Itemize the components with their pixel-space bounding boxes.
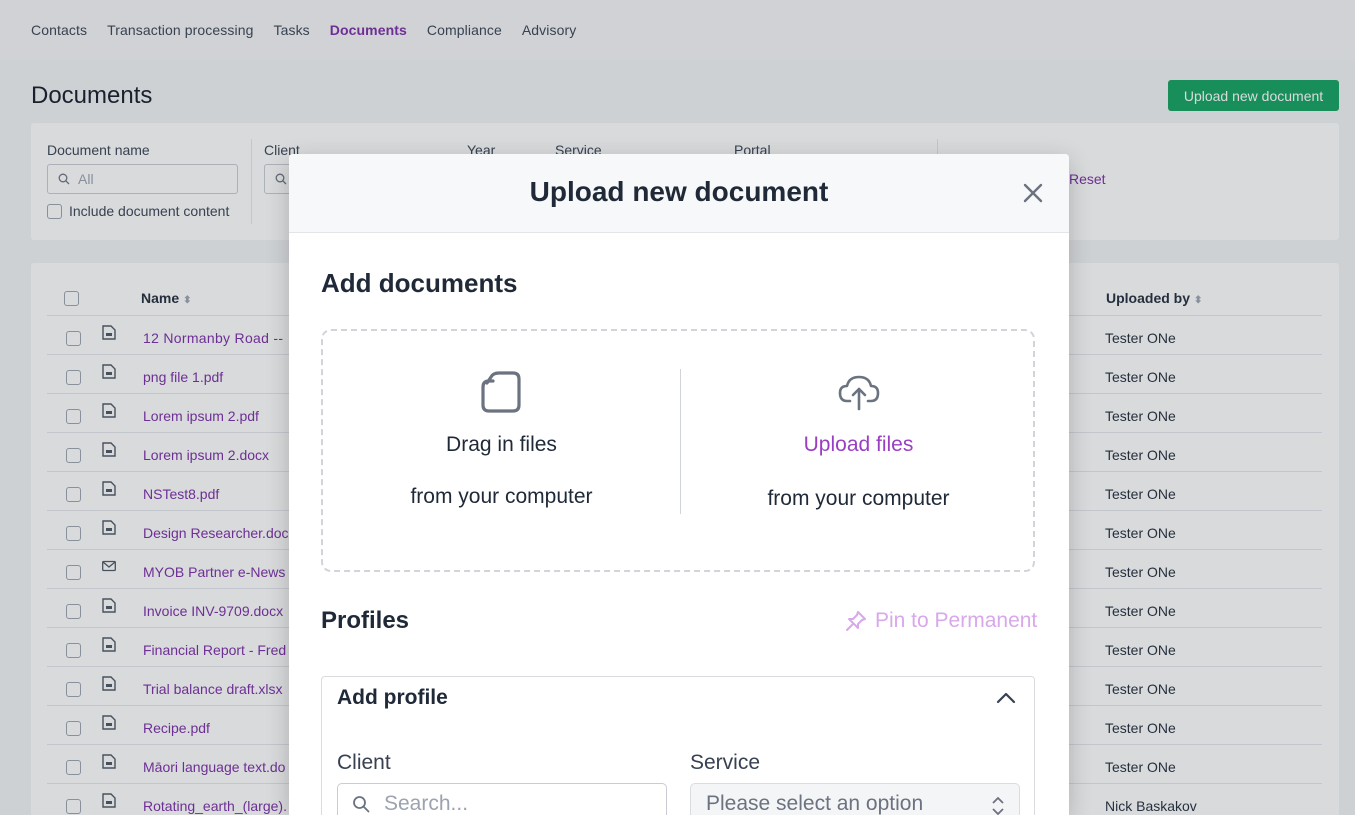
profile-service-value: Please select an option bbox=[706, 792, 924, 815]
drag-files-icon bbox=[481, 371, 521, 413]
pin-to-permanent-label: Pin to Permanent bbox=[875, 609, 1038, 632]
add-profile-heading: Add profile bbox=[337, 686, 448, 709]
cloud-upload-icon bbox=[838, 375, 880, 411]
upload-files-link[interactable]: Upload files bbox=[680, 433, 1037, 457]
drag-files-sublabel: from your computer bbox=[410, 485, 593, 508]
profile-client-label: Client bbox=[337, 751, 391, 774]
add-documents-heading: Add documents bbox=[321, 268, 518, 298]
upload-files-area[interactable]: Upload files from your computer bbox=[680, 331, 1037, 574]
upload-files-sublabel: from your computer bbox=[767, 487, 950, 510]
profiles-heading: Profiles bbox=[321, 607, 410, 634]
modal-header: Upload new document bbox=[289, 154, 1069, 233]
drag-files-label: Drag in files bbox=[446, 433, 557, 456]
profile-client-placeholder: Search... bbox=[384, 792, 469, 815]
search-icon bbox=[353, 796, 370, 813]
profile-client-search-input[interactable]: Search... bbox=[337, 783, 667, 815]
pin-icon bbox=[846, 611, 866, 631]
profile-service-select[interactable]: Please select an option bbox=[690, 783, 1020, 815]
modal-title: Upload new document bbox=[529, 176, 829, 207]
select-arrows-icon bbox=[992, 796, 1004, 815]
profile-service-label: Service bbox=[690, 751, 761, 774]
add-profile-card: Add profile Client Search... Service Ple… bbox=[321, 676, 1035, 815]
file-dropzone[interactable]: Drag in files from your computer Upload … bbox=[321, 329, 1035, 572]
drag-files-area[interactable]: Drag in files from your computer bbox=[323, 331, 680, 574]
close-icon[interactable] bbox=[1021, 181, 1045, 205]
chevron-up-icon[interactable] bbox=[996, 690, 1016, 704]
upload-document-modal: Upload new document Add documents Drag i… bbox=[289, 154, 1069, 815]
pin-to-permanent-button[interactable]: Pin to Permanent bbox=[845, 609, 1037, 633]
